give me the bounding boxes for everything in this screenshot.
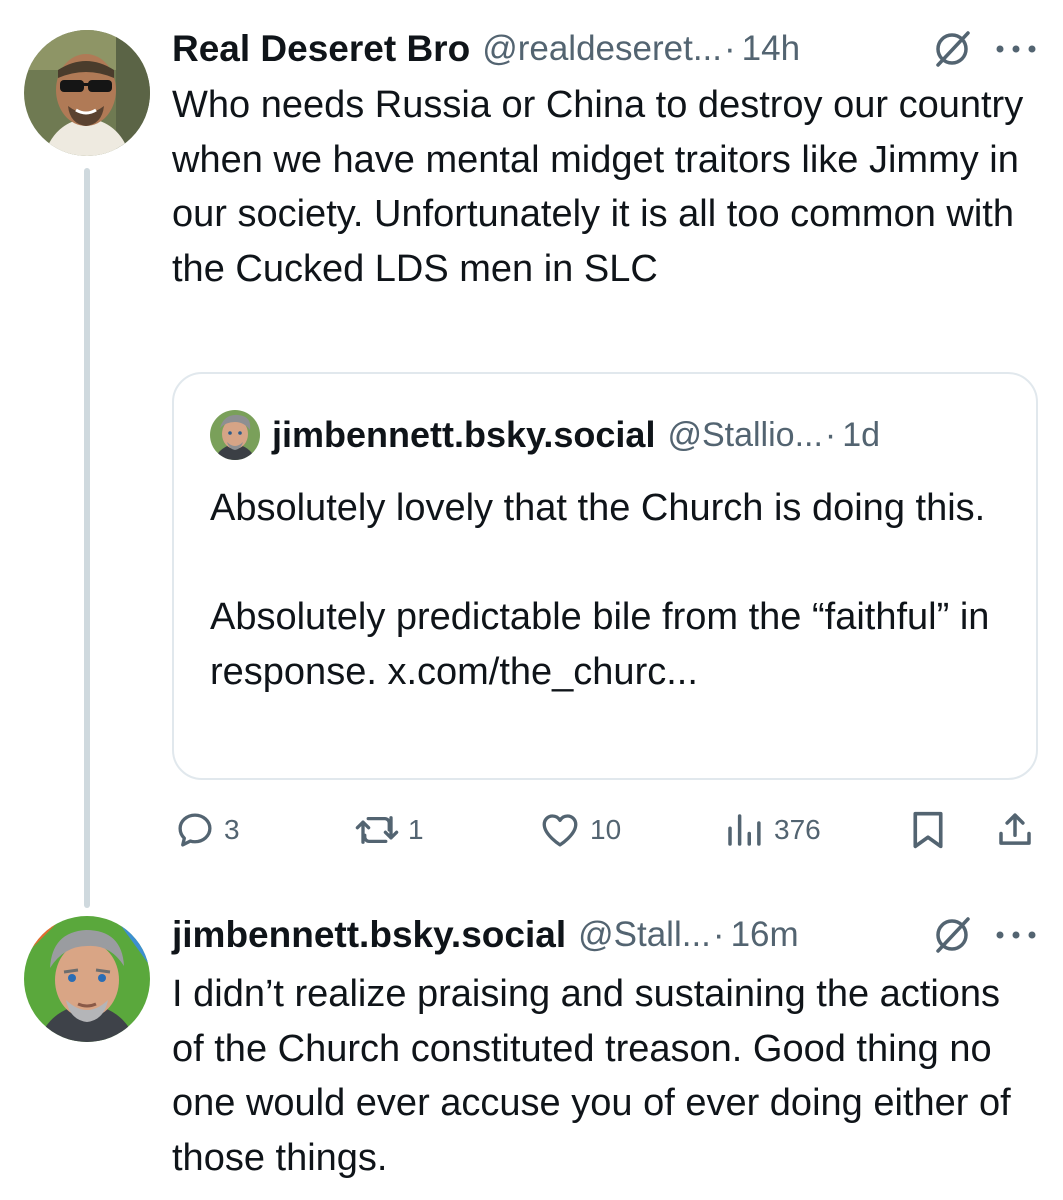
reply-header: jimbennett.bsky.social @Stall... · 16m — [172, 910, 799, 960]
like-icon — [542, 814, 578, 847]
quoted-tweet-header: jimbennett.bsky.social @Stallio... · 1d — [272, 410, 880, 460]
quoted-tweet-text: Absolutely lovely that the Church is doi… — [210, 481, 1010, 699]
separator-dot: · — [724, 29, 736, 68]
repost-button[interactable]: 1 — [354, 800, 424, 860]
separator-dot: · — [712, 915, 725, 954]
tweet-header: Real Deseret Bro @realdeseret... · 14h — [172, 24, 800, 74]
repost-count: 1 — [408, 814, 424, 845]
grok-icon[interactable] — [930, 913, 974, 957]
more-icon[interactable] — [992, 41, 1040, 57]
share-icon — [999, 813, 1031, 845]
like-button[interactable]: 10 — [538, 800, 621, 860]
reply-text: I didn’t realize praising and sustaining… — [172, 973, 1011, 1179]
bookmark-button[interactable] — [908, 800, 948, 860]
reply-count: 3 — [224, 814, 240, 845]
quoted-paragraph-2: Absolutely predictable bile from the “fa… — [210, 596, 990, 693]
author-handle[interactable]: @realdeseret... — [482, 29, 722, 69]
share-button[interactable] — [994, 800, 1036, 860]
quoted-author-avatar — [210, 410, 260, 460]
reply-author-avatar[interactable] — [24, 916, 150, 1042]
tweet-timestamp[interactable]: 14h — [742, 29, 800, 69]
author-avatar[interactable] — [24, 30, 150, 156]
repost-icon — [355, 816, 399, 844]
quoted-paragraph-1: Absolutely lovely that the Church is doi… — [210, 487, 986, 529]
view-count: 376 — [774, 814, 821, 845]
more-icon[interactable] — [992, 927, 1040, 943]
tweet-action-bar: 3 1 10 376 — [172, 800, 1042, 860]
author-name[interactable]: Real Deseret Bro — [172, 28, 470, 70]
views-button[interactable]: 376 — [722, 800, 821, 860]
tweet-text: Who needs Russia or China to destroy our… — [172, 84, 1024, 290]
quoted-tweet-timestamp: 1d — [842, 415, 881, 454]
thread-connector-line — [84, 168, 90, 908]
grok-icon[interactable] — [930, 27, 974, 71]
views-icon — [728, 814, 761, 846]
reply-author-handle[interactable]: @Stall... — [578, 915, 711, 955]
reply-button[interactable]: 3 — [174, 800, 240, 860]
reply-timestamp[interactable]: 16m — [731, 915, 799, 955]
quoted-author-handle: @Stallio... — [667, 415, 823, 454]
reply-icon — [178, 813, 212, 847]
quoted-tweet-card[interactable]: jimbennett.bsky.social @Stallio... · 1d … — [172, 372, 1038, 780]
reply-author-name[interactable]: jimbennett.bsky.social — [172, 914, 566, 956]
separator-dot: · — [824, 415, 837, 454]
bookmark-icon — [913, 811, 943, 849]
quoted-author-name: jimbennett.bsky.social — [272, 414, 656, 455]
like-count: 10 — [590, 814, 622, 845]
conversation-thread: Real Deseret Bro @realdeseret... · 14h W… — [0, 0, 1063, 1200]
